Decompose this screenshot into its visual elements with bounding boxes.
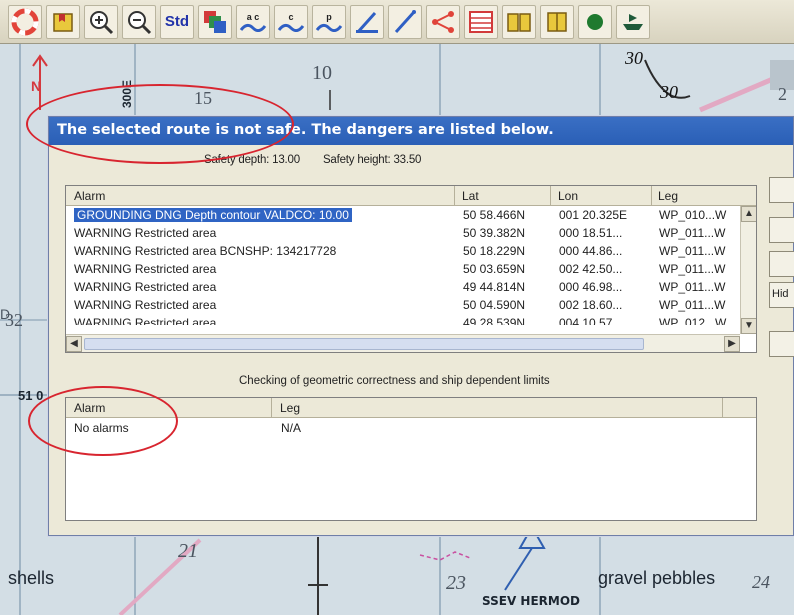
depth-ac-label: a c: [246, 11, 260, 22]
scroll-right-icon[interactable]: ▶: [724, 336, 740, 352]
column-leg[interactable]: Leg: [658, 189, 678, 203]
scroll-thumb[interactable]: [84, 338, 644, 350]
depth-label: 30: [660, 82, 678, 102]
alarm-lat: 50 03.659N: [463, 262, 526, 276]
geometry-leg: N/A: [281, 421, 302, 435]
depth-label: 30: [625, 48, 643, 68]
book-icon[interactable]: [540, 4, 574, 39]
alarm-leg: WP_011...W: [659, 262, 726, 276]
route-edit-icon[interactable]: [350, 4, 384, 39]
alarm-lat: 49 44.814N: [463, 280, 526, 294]
highlight-ellipse: [28, 386, 178, 456]
green-dot-icon[interactable]: [578, 4, 612, 39]
alarm-row[interactable]: WARNING Restricted area 50 04.590N 002 1…: [67, 297, 756, 314]
layers-icon[interactable]: [198, 4, 232, 39]
ship-icon[interactable]: [616, 4, 650, 39]
alarm-leg: WP_011...W: [659, 244, 726, 258]
alarm-text: WARNING Restricted area BCNSHP: 13421772…: [74, 244, 337, 258]
alarm-row[interactable]: WARNING Restricted area 49 28.539N 004 1…: [67, 315, 756, 325]
highlight-ellipse: [26, 84, 294, 164]
scroll-left-icon[interactable]: ◀: [66, 336, 82, 352]
open-book-icon[interactable]: [502, 4, 536, 39]
alarm-text: WARNING Restricted area: [74, 262, 217, 276]
hide-button[interactable]: Hid: [769, 282, 794, 308]
alarm-row[interactable]: WARNING Restricted area BCNSHP: 13421772…: [67, 243, 756, 260]
alarm-leg: WP_010...W: [659, 208, 727, 222]
alarm-text: WARNING Restricted area: [74, 316, 217, 325]
column-alarm[interactable]: Alarm: [74, 189, 105, 203]
alarm-lon: 000 44.86...: [559, 244, 623, 258]
side-button-5[interactable]: [769, 331, 794, 357]
alarm-lon: 001 20.325E: [559, 208, 628, 222]
main-toolbar: Std a c c p: [0, 0, 794, 44]
scroll-up-icon[interactable]: ▲: [741, 206, 756, 222]
alarm-leg: WP_011...W: [659, 298, 726, 312]
share-route-icon[interactable]: [426, 4, 460, 39]
alarm-row[interactable]: WARNING Restricted area 50 03.659N 002 4…: [67, 261, 756, 278]
depth-ac-icon[interactable]: a c: [236, 4, 270, 39]
alarm-lat: 50 18.229N: [463, 244, 526, 258]
alarm-leg: WP_011...W: [659, 280, 726, 294]
alarm-row[interactable]: GROUNDING DNG Depth contour VALDCO: 10.0…: [67, 207, 756, 224]
geometry-check-label: Checking of geometric correctness and sh…: [239, 375, 550, 387]
alarm-lat: 50 39.382N: [463, 226, 526, 240]
alarm-lon: 000 46.98...: [559, 280, 623, 294]
depth-c-label: c: [288, 11, 294, 22]
alarm-text: WARNING Restricted area: [74, 298, 217, 312]
alarm-lat: 49 28.539N: [463, 316, 526, 325]
ship-name-label: SSEV HERMOD: [482, 594, 580, 608]
alarm-lon: 002 18.60...: [559, 298, 623, 312]
north-label: N: [31, 78, 42, 94]
alarm-row[interactable]: WARNING Restricted area 50 39.382N 000 1…: [67, 225, 756, 242]
depth-label: 10: [312, 62, 332, 84]
alarm-text: WARNING Restricted area: [74, 280, 217, 294]
alarm-text: GROUNDING DNG Depth contour VALDCO: 10.0…: [74, 208, 352, 222]
alarm-lat: 50 04.590N: [463, 298, 526, 312]
column-lat[interactable]: Lat: [462, 189, 479, 203]
column-leg[interactable]: Leg: [280, 401, 300, 415]
depth-label: 24: [752, 572, 770, 592]
depth-p-label: p: [326, 11, 332, 22]
depth-p-icon[interactable]: p: [312, 4, 346, 39]
alarm-lon: 000 18.51...: [559, 226, 623, 240]
alarm-list[interactable]: Alarm Lat Lon Leg GROUNDING DNG Depth co…: [65, 185, 757, 353]
chart-book-icon[interactable]: [46, 4, 80, 39]
depth-label: 2: [778, 84, 787, 104]
side-button-3[interactable]: [769, 251, 794, 277]
edge-label: D: [0, 306, 11, 322]
alarm-row[interactable]: WARNING Restricted area 49 44.814N 000 4…: [67, 279, 756, 296]
route-safety-dialog: The selected route is not safe. The dang…: [48, 116, 794, 536]
zoom-out-icon[interactable]: [122, 4, 156, 39]
alarm-leg: WP_011...W: [659, 226, 726, 240]
scroll-down-icon[interactable]: ▼: [741, 318, 756, 334]
depth-label: 23: [446, 572, 466, 594]
alarm-horizontal-scrollbar[interactable]: ◀ ▶: [66, 334, 740, 352]
alarm-vertical-scrollbar[interactable]: ▲ ▼: [740, 206, 756, 334]
alarm-lon: 004 10.57...: [559, 316, 623, 325]
depth-label: 21: [178, 540, 198, 562]
alarm-lon: 002 42.50...: [559, 262, 623, 276]
safety-height: Safety height: 33.50: [322, 154, 422, 166]
column-lon[interactable]: Lon: [558, 189, 578, 203]
depth-c-icon[interactable]: c: [274, 4, 308, 39]
side-button-2[interactable]: [769, 217, 794, 243]
table-icon[interactable]: [464, 4, 498, 39]
alarm-list-header: Alarm Lat Lon Leg: [66, 186, 756, 206]
seabed-label-shells: shells: [8, 568, 55, 588]
lifebuoy-icon[interactable]: [8, 4, 42, 39]
alarm-lat: 50 58.466N: [463, 208, 526, 222]
alarm-text: WARNING Restricted area: [74, 226, 217, 240]
line-tool-icon[interactable]: [388, 4, 422, 39]
zoom-in-icon[interactable]: [84, 4, 118, 39]
std-display-button[interactable]: Std: [160, 4, 194, 39]
alarm-leg: WP_012...W: [659, 316, 727, 325]
side-button-1[interactable]: [769, 177, 794, 203]
seabed-label-gravel: gravel pebbles: [598, 568, 716, 588]
